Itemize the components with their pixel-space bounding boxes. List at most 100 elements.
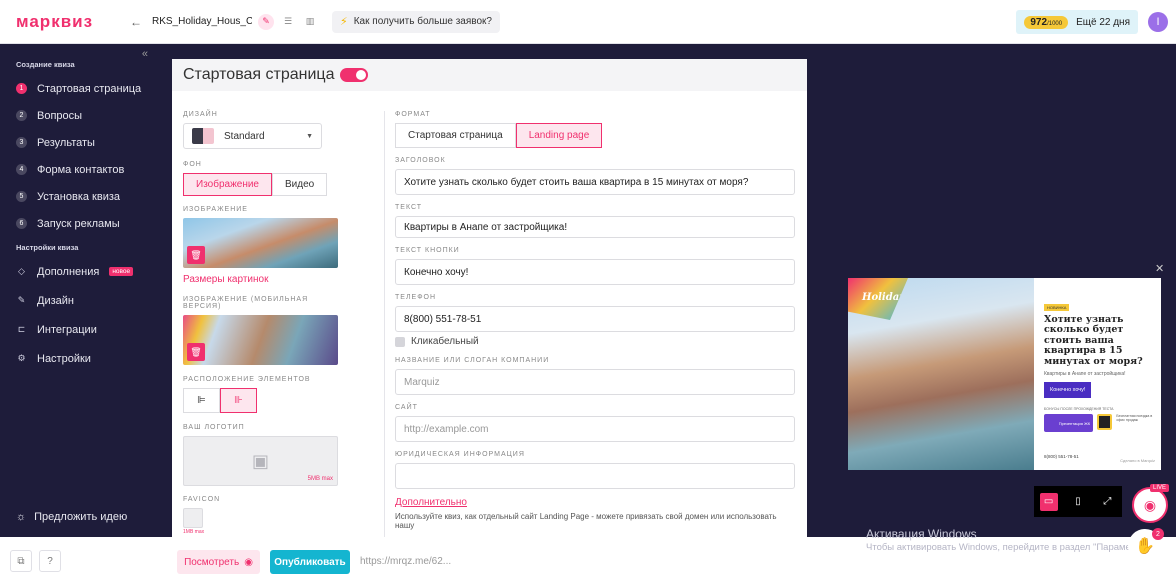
step-num: 2 (16, 110, 27, 121)
image-placeholder-icon: ▣ (251, 450, 269, 471)
stats-icon[interactable]: ▥ (302, 14, 318, 30)
sidebar-item-install[interactable]: 5 Установка квиза (0, 183, 156, 210)
button-text-label: ТЕКСТ КНОПКИ (395, 247, 460, 254)
step-num: 6 (16, 218, 27, 229)
background-image[interactable]: 🗑 (183, 218, 338, 268)
sidebar-item-start[interactable]: 1 Стартовая страница (0, 75, 156, 102)
preview-subtitle: Квартиры в Анапе от застройщика! (1044, 371, 1126, 378)
integration-icon: ⊏ (17, 324, 26, 334)
collapse-icon[interactable]: « (142, 48, 148, 60)
site-label: САЙТ (395, 404, 418, 411)
howto-button[interactable]: ⚡ Как получить больше заявок? (332, 10, 500, 33)
close-preview-icon[interactable]: ✕ (1155, 262, 1164, 275)
sidebar: « Создание квиза 1 Стартовая страница 2 Во… (0, 44, 156, 537)
step-num: 5 (16, 191, 27, 202)
phone-field[interactable]: 8(800) 551-78-51 (395, 306, 795, 332)
device-switcher: ▭ ▯ ⤢ (1034, 486, 1122, 517)
sidebar-item-label: Запуск рекламы (37, 217, 120, 230)
bolt-icon: ⚡ (340, 16, 348, 28)
logo-label: ВАШ ЛОГОТИП (183, 424, 245, 431)
layout-right-icon[interactable]: ⊪ (220, 388, 257, 413)
sidebar-item-contact-form[interactable]: 4 Форма контактов (0, 156, 156, 183)
clickable-checkbox[interactable]: Кликабельный (395, 336, 796, 347)
lightbulb-icon: ☼ (16, 511, 27, 523)
copy-icon[interactable]: ⧉ (10, 550, 32, 572)
sidebar-item-label: Дополнения (37, 265, 100, 278)
sidebar-item-label: Интеграции (37, 323, 97, 336)
design-select[interactable]: Standard ▼ (183, 123, 322, 149)
preview-title: Хотите узнать сколько будет стоить ваша … (1044, 314, 1143, 367)
preview-button-label: Посмотреть (184, 556, 240, 568)
credits-max: /1000 (1047, 20, 1063, 27)
live-eye-icon[interactable]: ◉ (1132, 487, 1168, 523)
preview-cta-button[interactable]: Конечно хочу! (1044, 382, 1092, 399)
layout-left-icon[interactable]: ⊫ (183, 388, 220, 413)
logo-max: 5MB max (307, 476, 333, 482)
layout-label: РАСПОЛОЖЕНИЕ ЭЛЕМЕНТОВ (183, 376, 311, 383)
logo[interactable]: марквиз (16, 12, 124, 32)
list-icon[interactable]: ☰ (280, 14, 296, 30)
sidebar-item-design[interactable]: ✎ Дизайн (0, 286, 156, 315)
preview-tag: НОВИНКА (1044, 304, 1070, 311)
checkbox-box (395, 336, 405, 347)
pencil-icon[interactable]: ✎ (258, 13, 274, 30)
bg-video-option[interactable]: Видео (272, 173, 328, 196)
image-sizes-link[interactable]: Размеры картинок (183, 274, 343, 285)
sidebar-item-settings[interactable]: ⚙ Настройки (0, 344, 156, 373)
sidebar-item-integrations[interactable]: ⊏ Интеграции (0, 315, 156, 344)
quiz-url[interactable]: https://mrqz.me/62... (360, 556, 451, 567)
format-label: ФОРМАТ (395, 111, 431, 118)
sidebar-item-label: Стартовая страница (37, 82, 142, 95)
bg-label: ФОН (183, 161, 202, 168)
site-field[interactable]: http://example.com (395, 416, 795, 442)
fullscreen-icon[interactable]: ⤢ (1098, 493, 1116, 511)
button-text-field[interactable]: Конечно хочу! (395, 259, 795, 285)
mobile-image-label: ИЗОБРАЖЕНИЕ (МОБИЛЬНАЯ ВЕРСИЯ) (183, 296, 309, 310)
clickable-label: Кликабельный (411, 336, 479, 347)
text-field[interactable]: Квартиры в Анапе от застройщика! (395, 216, 795, 238)
logo-upload[interactable]: ▣ 5MB max (183, 436, 338, 486)
puzzle-icon: ◇ (18, 266, 25, 276)
start-page-toggle[interactable] (340, 68, 369, 82)
legal-field[interactable] (395, 463, 795, 489)
favicon-max: 1MB max (183, 529, 205, 535)
mobile-icon[interactable]: ▯ (1069, 493, 1087, 511)
preview-button[interactable]: Посмотреть ◉ (177, 550, 260, 574)
preview-bonus1: Презентация ЖК (1044, 414, 1094, 433)
sidebar-item-questions[interactable]: 2 Вопросы (0, 102, 156, 129)
windows-activation-text: Чтобы активировать Windows, перейдите в … (866, 542, 1151, 553)
left-column: ДИЗАЙН Standard ▼ ФОН Изображение Видео … (183, 111, 343, 535)
more-link[interactable]: Дополнительно (395, 497, 796, 508)
headline-field[interactable]: Хотите узнать сколько будет стоить ваша … (395, 169, 795, 195)
text-label: ТЕКСТ (395, 204, 423, 211)
format-start-option[interactable]: Стартовая страница (395, 123, 516, 148)
publish-button[interactable]: Опубликовать (270, 550, 350, 574)
credits-widget[interactable]: 972/1000 Ещё 22 дня (1016, 10, 1138, 34)
sidebar-item-label: Форма контактов (37, 163, 125, 176)
sidebar-item-results[interactable]: 3 Результаты (0, 129, 156, 156)
suggest-idea-link[interactable]: ☼ Предложить идею (16, 511, 127, 523)
avatar[interactable]: I (1148, 12, 1168, 32)
sidebar-item-label: Результаты (37, 136, 95, 149)
mobile-image[interactable]: 🗑 (183, 315, 338, 365)
favicon-label: FAVICON (183, 496, 221, 503)
right-column: ФОРМАТ Стартовая страница Landing page З… (384, 111, 796, 537)
phone-label: ТЕЛЕФОН (395, 294, 437, 301)
sidebar-item-ads[interactable]: 6 Запуск рекламы (0, 210, 156, 237)
sidebar-item-label: Установка квиза (37, 190, 121, 203)
sidebar-item-addons[interactable]: ◇ Дополнения новое (0, 257, 156, 286)
live-badge: LIVE (1150, 484, 1170, 492)
favicon-upload[interactable] (183, 508, 203, 528)
help-button[interactable]: ? (39, 550, 61, 572)
trash-icon[interactable]: 🗑 (187, 343, 205, 361)
quiz-name[interactable]: RKS_Holiday_Hous_C... (152, 16, 252, 27)
desktop-icon[interactable]: ▭ (1039, 492, 1058, 511)
start-page-panel: Стартовая страница ДИЗАЙН Standard ▼ ФОН… (172, 59, 807, 537)
bg-image-option[interactable]: Изображение (183, 173, 272, 196)
back-arrow-icon[interactable]: ← (128, 14, 144, 30)
trash-icon[interactable]: 🗑 (187, 246, 205, 264)
format-landing-option[interactable]: Landing page (515, 123, 603, 148)
company-field[interactable]: Marquiz (395, 369, 795, 395)
preview-logo-text: Holiday (862, 292, 905, 303)
sidebar-item-label: Вопросы (37, 109, 83, 122)
